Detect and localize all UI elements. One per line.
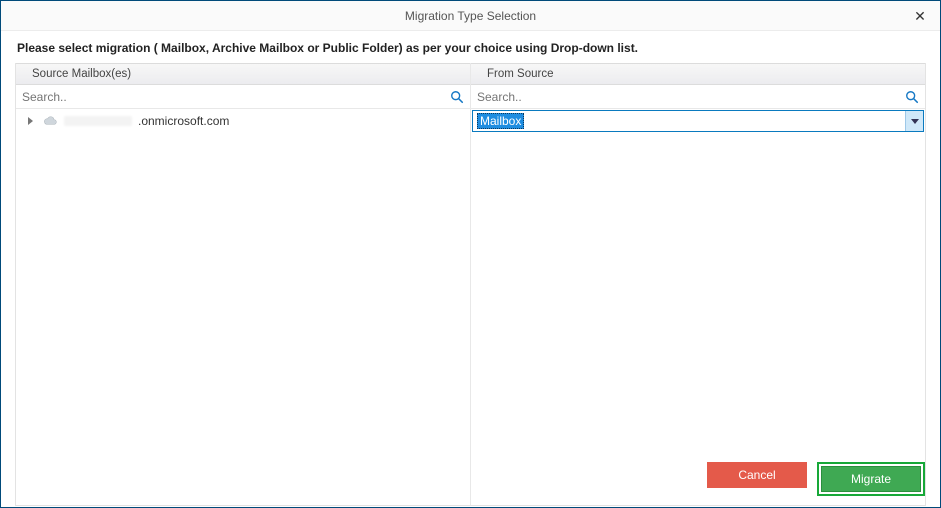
migration-type-selected-text: Mailbox — [477, 113, 524, 129]
close-icon: ✕ — [914, 8, 926, 25]
search-icon[interactable] — [899, 90, 925, 104]
from-source-search-input[interactable] — [471, 85, 899, 108]
search-icon[interactable] — [444, 90, 470, 104]
from-source-body — [471, 133, 925, 505]
tree-item-tenant[interactable]: .onmicrosoft.com — [16, 109, 470, 133]
migration-type-combobox[interactable]: Mailbox — [472, 110, 924, 132]
source-search-row — [16, 85, 470, 109]
main-panel: Source Mailbox(es) .onmicrosoft.com — [1, 63, 940, 506]
migration-type-value: Mailbox — [473, 111, 905, 131]
source-mailbox-column: Source Mailbox(es) .onmicrosoft.com — [16, 63, 470, 505]
close-button[interactable]: ✕ — [900, 1, 940, 31]
from-source-search-row — [471, 85, 925, 109]
source-search-input[interactable] — [16, 85, 444, 108]
migration-type-row: Mailbox — [471, 109, 925, 133]
combobox-dropdown-button[interactable] — [905, 111, 923, 131]
cloud-icon — [42, 115, 58, 127]
source-mailbox-header: Source Mailbox(es) — [16, 63, 470, 85]
from-source-header: From Source — [471, 63, 925, 85]
migrate-button-highlight: Migrate — [817, 462, 925, 496]
chevron-down-icon — [911, 119, 919, 124]
cancel-button[interactable]: Cancel — [707, 462, 807, 488]
migrate-button[interactable]: Migrate — [821, 466, 921, 492]
window-titlebar: Migration Type Selection ✕ — [1, 1, 940, 31]
redacted-tenant-name — [64, 116, 132, 126]
dialog-footer: Cancel Migrate — [707, 462, 925, 496]
chevron-right-icon[interactable] — [28, 117, 33, 125]
window-title: Migration Type Selection — [1, 9, 940, 23]
source-tree: .onmicrosoft.com — [16, 109, 470, 481]
instruction-text: Please select migration ( Mailbox, Archi… — [1, 31, 940, 63]
tenant-domain-suffix: .onmicrosoft.com — [138, 114, 229, 128]
from-source-column: From Source Mailbox — [470, 63, 925, 505]
